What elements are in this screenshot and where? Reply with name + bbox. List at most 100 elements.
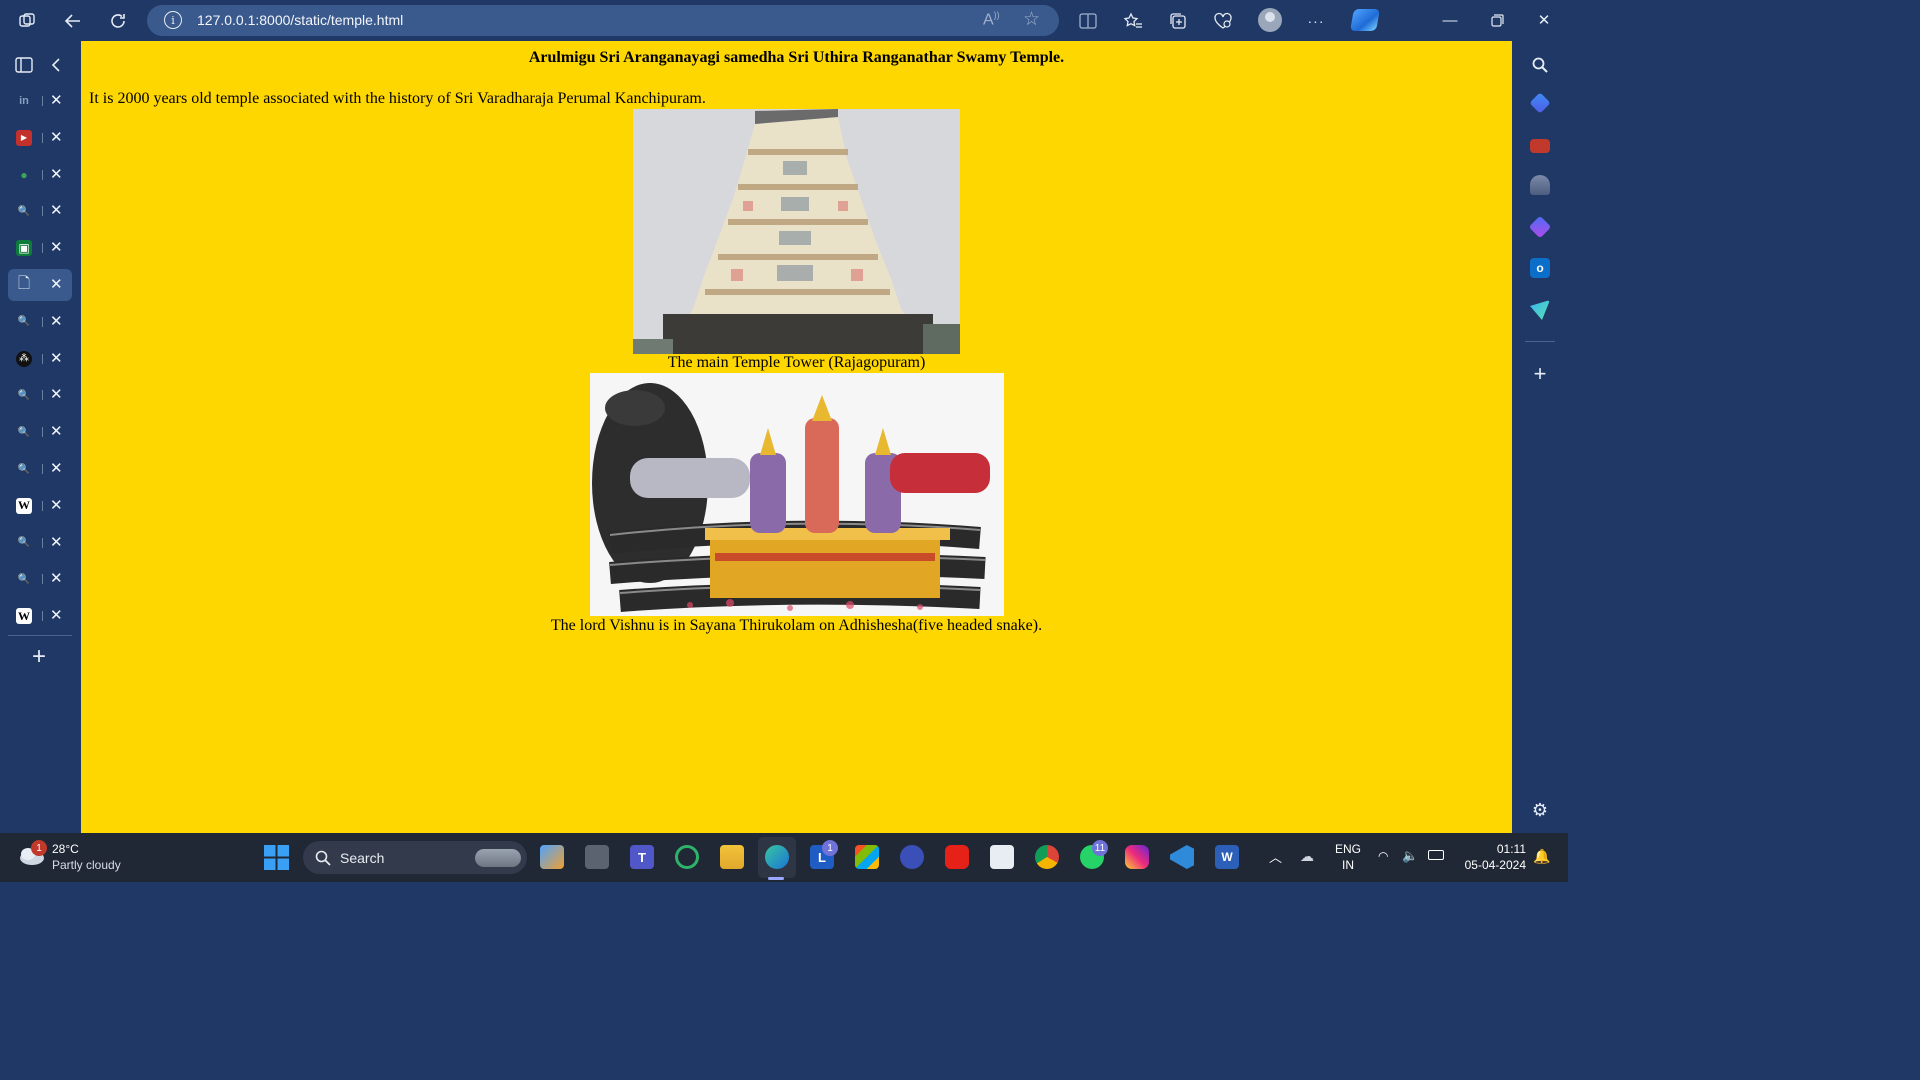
taskbar-search-label: Search [340, 850, 385, 866]
instagram-icon[interactable] [1125, 845, 1149, 869]
new-tab-icon[interactable]: + [26, 643, 52, 670]
copilot-pre-app-icon[interactable] [540, 845, 564, 869]
notification-bell-icon[interactable]: 🔔 [1533, 848, 1550, 865]
chrome-icon[interactable] [1035, 845, 1059, 869]
favorite-star-icon[interactable]: ☆ [1023, 8, 1040, 31]
tab-dots[interactable]: ⁂ ✕ [8, 343, 72, 375]
close-tab-icon[interactable]: ✕ [50, 422, 63, 440]
close-tab-icon[interactable]: ✕ [50, 459, 63, 477]
vscode-icon[interactable] [1170, 845, 1194, 869]
tab-search[interactable]: 🔍 ✕ [8, 306, 72, 338]
tab-search[interactable]: 🔍 ✕ [8, 563, 72, 595]
tab-wikipedia[interactable]: W ✕ [8, 490, 72, 522]
task-view-icon[interactable] [585, 845, 609, 869]
weather-desc[interactable]: Partly cloudy [52, 858, 121, 872]
weather-badge: 1 [31, 840, 47, 856]
search-favicon-icon: 🔍 [17, 316, 31, 328]
windows-start-icon[interactable] [264, 845, 289, 870]
wifi-icon[interactable]: ◠ [1378, 849, 1388, 863]
collapse-pane-icon[interactable] [43, 52, 69, 78]
site-info-icon[interactable]: i [164, 11, 182, 29]
close-tab-icon[interactable]: ✕ [50, 128, 63, 146]
close-tab-icon[interactable]: ✕ [50, 275, 63, 293]
workspaces-icon[interactable] [14, 8, 40, 34]
tab-maps[interactable]: ● ✕ [8, 159, 72, 191]
close-tab-icon[interactable]: ✕ [50, 312, 63, 330]
tray-chevron-icon[interactable]: ︿ [1269, 847, 1282, 866]
intro-paragraph: It is 2000 years old temple associated w… [89, 90, 706, 107]
tab-separator [42, 611, 43, 622]
browser-essentials-icon[interactable] [1210, 8, 1236, 34]
favorites-icon[interactable] [1120, 8, 1146, 34]
language-bottom[interactable]: IN [1332, 858, 1364, 872]
restore-icon[interactable] [1484, 8, 1510, 32]
tab-linkedin[interactable]: in ✕ [8, 85, 72, 117]
tab-search[interactable]: 🔍 ✕ [8, 379, 72, 411]
close-tab-icon[interactable]: ✕ [50, 349, 63, 367]
outlook-icon[interactable]: o [1530, 258, 1550, 278]
tab-separator [42, 464, 43, 474]
tab-actions-icon[interactable] [11, 52, 37, 78]
tab-separator [42, 169, 43, 180]
edge-active-indicator [768, 877, 784, 880]
youtube-taskbar-icon[interactable] [945, 845, 969, 869]
sidebar-search-icon[interactable] [1527, 52, 1553, 78]
close-tab-icon[interactable]: ✕ [50, 201, 63, 219]
file-explorer-icon[interactable] [720, 845, 744, 869]
close-window-icon[interactable]: ✕ [1531, 8, 1557, 32]
teams-icon[interactable]: T [630, 845, 654, 869]
close-tab-icon[interactable]: ✕ [50, 385, 63, 403]
arc-app-icon[interactable] [900, 845, 924, 869]
tab-youtube[interactable]: ▶ ✕ [8, 122, 72, 154]
shopping-tag-icon[interactable] [1529, 92, 1551, 114]
clock-time[interactable]: 01:11 [1486, 842, 1526, 856]
drop-send-icon[interactable] [1530, 300, 1550, 320]
language-top[interactable]: ENG [1332, 842, 1364, 856]
back-icon[interactable] [60, 8, 86, 34]
refresh-icon[interactable] [105, 8, 131, 34]
close-tab-icon[interactable]: ✕ [50, 606, 63, 624]
copilot-icon[interactable] [1350, 9, 1380, 31]
tab-search[interactable]: 🔍 ✕ [8, 416, 72, 448]
word-icon[interactable]: W [1215, 845, 1239, 869]
tower-caption: The main Temple Tower (Rajagopuram) [667, 354, 926, 371]
games-chess-icon[interactable] [1530, 175, 1550, 195]
address-bar[interactable]: i 127.0.0.1:8000/static/temple.html A)) … [147, 5, 1059, 36]
collections-icon[interactable] [1165, 8, 1191, 34]
tab-wikipedia[interactable]: W ✕ [8, 600, 72, 632]
volume-icon[interactable]: 🔈 [1402, 848, 1418, 864]
split-screen-icon[interactable] [1075, 8, 1101, 34]
tab-page[interactable]: 🗋 ✕ [8, 269, 72, 301]
close-tab-icon[interactable]: ✕ [50, 238, 63, 256]
sidebar-add-icon[interactable]: + [1527, 361, 1553, 387]
clock-date[interactable]: 05-04-2024 [1456, 858, 1526, 872]
ms-store-icon[interactable] [855, 845, 879, 869]
minimize-icon[interactable]: — [1437, 8, 1463, 32]
edge-taskbar-icon[interactable] [765, 845, 789, 869]
tab-search[interactable]: 🔍 ✕ [8, 195, 72, 227]
copilot-app-icon[interactable] [1528, 215, 1552, 239]
l-app-badge: 1 [822, 840, 838, 856]
tab-search[interactable]: 🔍 ✕ [8, 527, 72, 559]
sidebar-settings-icon[interactable]: ⚙ [1527, 797, 1553, 823]
tab-image[interactable]: ▣ ✕ [8, 232, 72, 264]
taskbar-search[interactable]: Search [303, 841, 527, 874]
close-tab-icon[interactable]: ✕ [50, 533, 63, 551]
read-aloud-icon[interactable]: A)) [983, 10, 1000, 29]
tools-briefcase-icon[interactable] [1530, 139, 1550, 153]
close-tab-icon[interactable]: ✕ [50, 91, 63, 109]
weather-temp[interactable]: 28°C [52, 842, 79, 856]
document-app-icon[interactable] [990, 845, 1014, 869]
more-options-icon[interactable]: ··· [1303, 8, 1329, 34]
battery-icon[interactable] [1428, 850, 1444, 860]
onedrive-icon[interactable]: ☁ [1300, 848, 1314, 865]
close-tab-icon[interactable]: ✕ [50, 496, 63, 514]
close-tab-icon[interactable]: ✕ [50, 569, 63, 587]
profile-avatar[interactable] [1258, 8, 1282, 32]
temple-tower-image [633, 109, 960, 354]
close-tab-icon[interactable]: ✕ [50, 165, 63, 183]
tab-separator [42, 353, 43, 364]
tab-search[interactable]: 🔍 ✕ [8, 453, 72, 485]
loading-app-icon[interactable] [675, 845, 699, 869]
tab-separator [42, 390, 43, 401]
